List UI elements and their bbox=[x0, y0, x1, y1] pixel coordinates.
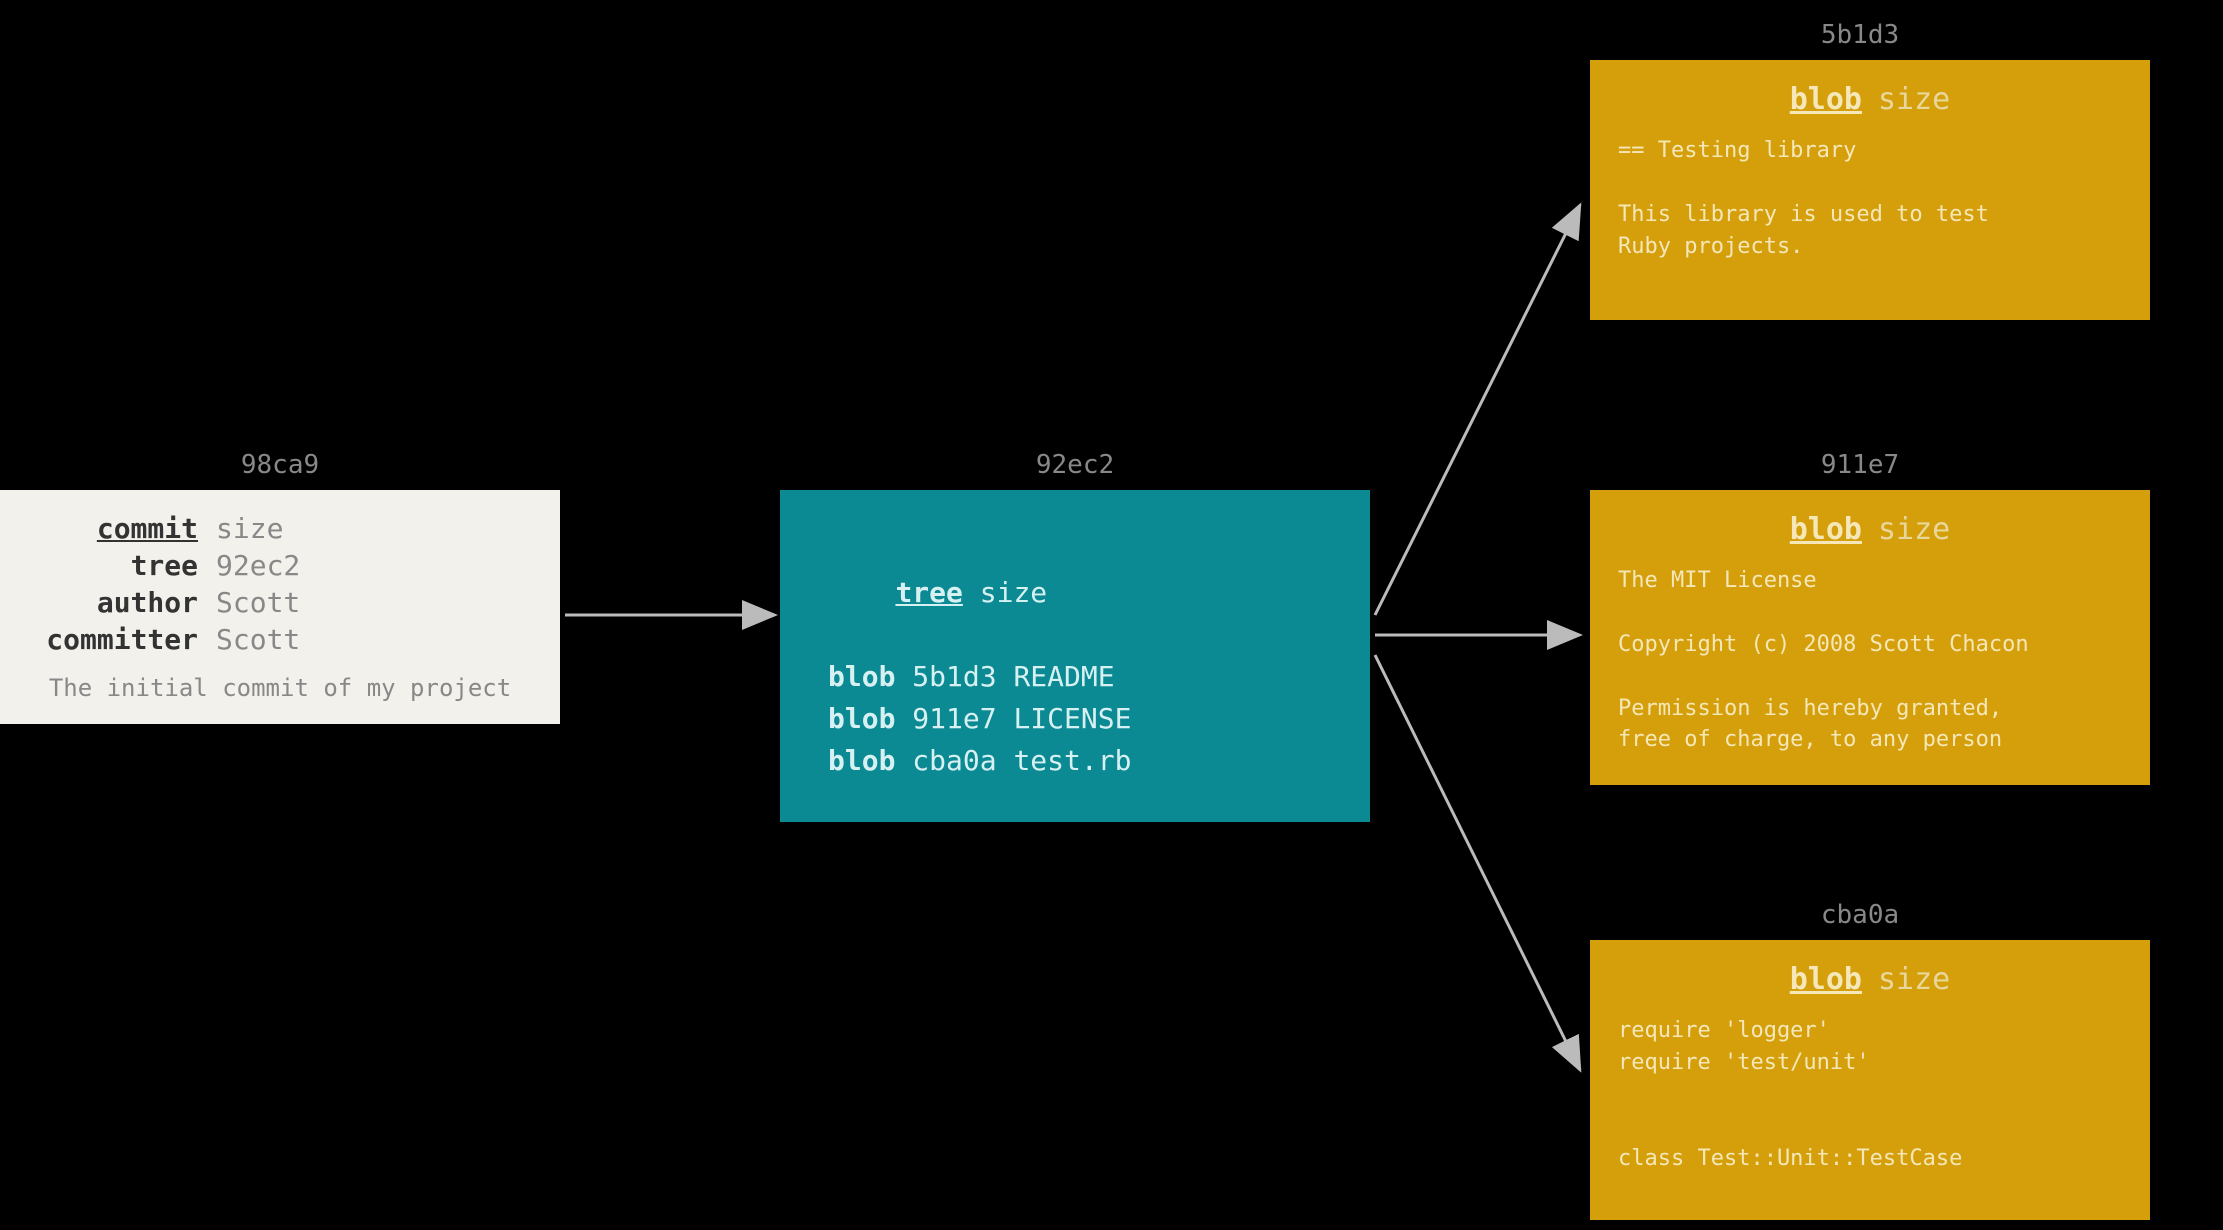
blob-content: == Testing library This library is used … bbox=[1618, 135, 2122, 263]
tree-entry: blob 911e7 LICENSE bbox=[828, 698, 1322, 740]
blob-node-license: blob size The MIT License Copyright (c) 2… bbox=[1590, 490, 2150, 785]
commit-row-key: tree bbox=[28, 549, 198, 582]
tree-node: tree size blob 5b1d3 README blob 911e7 L… bbox=[780, 490, 1370, 822]
tree-entry: blob cba0a test.rb bbox=[828, 740, 1322, 782]
blob-type-label: blob bbox=[1790, 82, 1862, 117]
commit-size-label: size bbox=[216, 512, 283, 545]
blob-hash-label: cba0a bbox=[1590, 900, 2130, 930]
blob-size-label: size bbox=[1878, 962, 1950, 997]
blob-node-testrb: blob size require 'logger' require 'test/… bbox=[1590, 940, 2150, 1220]
tree-entry: blob 5b1d3 README bbox=[828, 656, 1322, 698]
commit-row-val: Scott bbox=[216, 623, 300, 656]
tree-size-label: size bbox=[980, 576, 1047, 609]
commit-node: commit size tree 92ec2 author Scott comm… bbox=[0, 490, 560, 724]
arrow-tree-to-blob3 bbox=[1375, 655, 1580, 1070]
commit-row-val: 92ec2 bbox=[216, 549, 300, 582]
blob-size-label: size bbox=[1878, 512, 1950, 547]
commit-hash-label: 98ca9 bbox=[0, 450, 560, 480]
commit-row-key: committer bbox=[28, 623, 198, 656]
blob-node-readme: blob size == Testing library This library… bbox=[1590, 60, 2150, 320]
blob-type-label: blob bbox=[1790, 962, 1862, 997]
blob-content: require 'logger' require 'test/unit' cla… bbox=[1618, 1015, 2122, 1174]
commit-type-label: commit bbox=[28, 512, 198, 545]
commit-row-key: author bbox=[28, 586, 198, 619]
blob-type-label: blob bbox=[1790, 512, 1862, 547]
tree-type-label: tree bbox=[895, 576, 962, 609]
blob-hash-label: 5b1d3 bbox=[1590, 20, 2130, 50]
commit-row-val: Scott bbox=[216, 586, 300, 619]
blob-content: The MIT License Copyright (c) 2008 Scott… bbox=[1618, 565, 2122, 756]
blob-size-label: size bbox=[1878, 82, 1950, 117]
commit-message: The initial commit of my project bbox=[28, 674, 532, 702]
tree-hash-label: 92ec2 bbox=[780, 450, 1370, 480]
arrow-tree-to-blob1 bbox=[1375, 205, 1580, 615]
blob-hash-label: 911e7 bbox=[1590, 450, 2130, 480]
